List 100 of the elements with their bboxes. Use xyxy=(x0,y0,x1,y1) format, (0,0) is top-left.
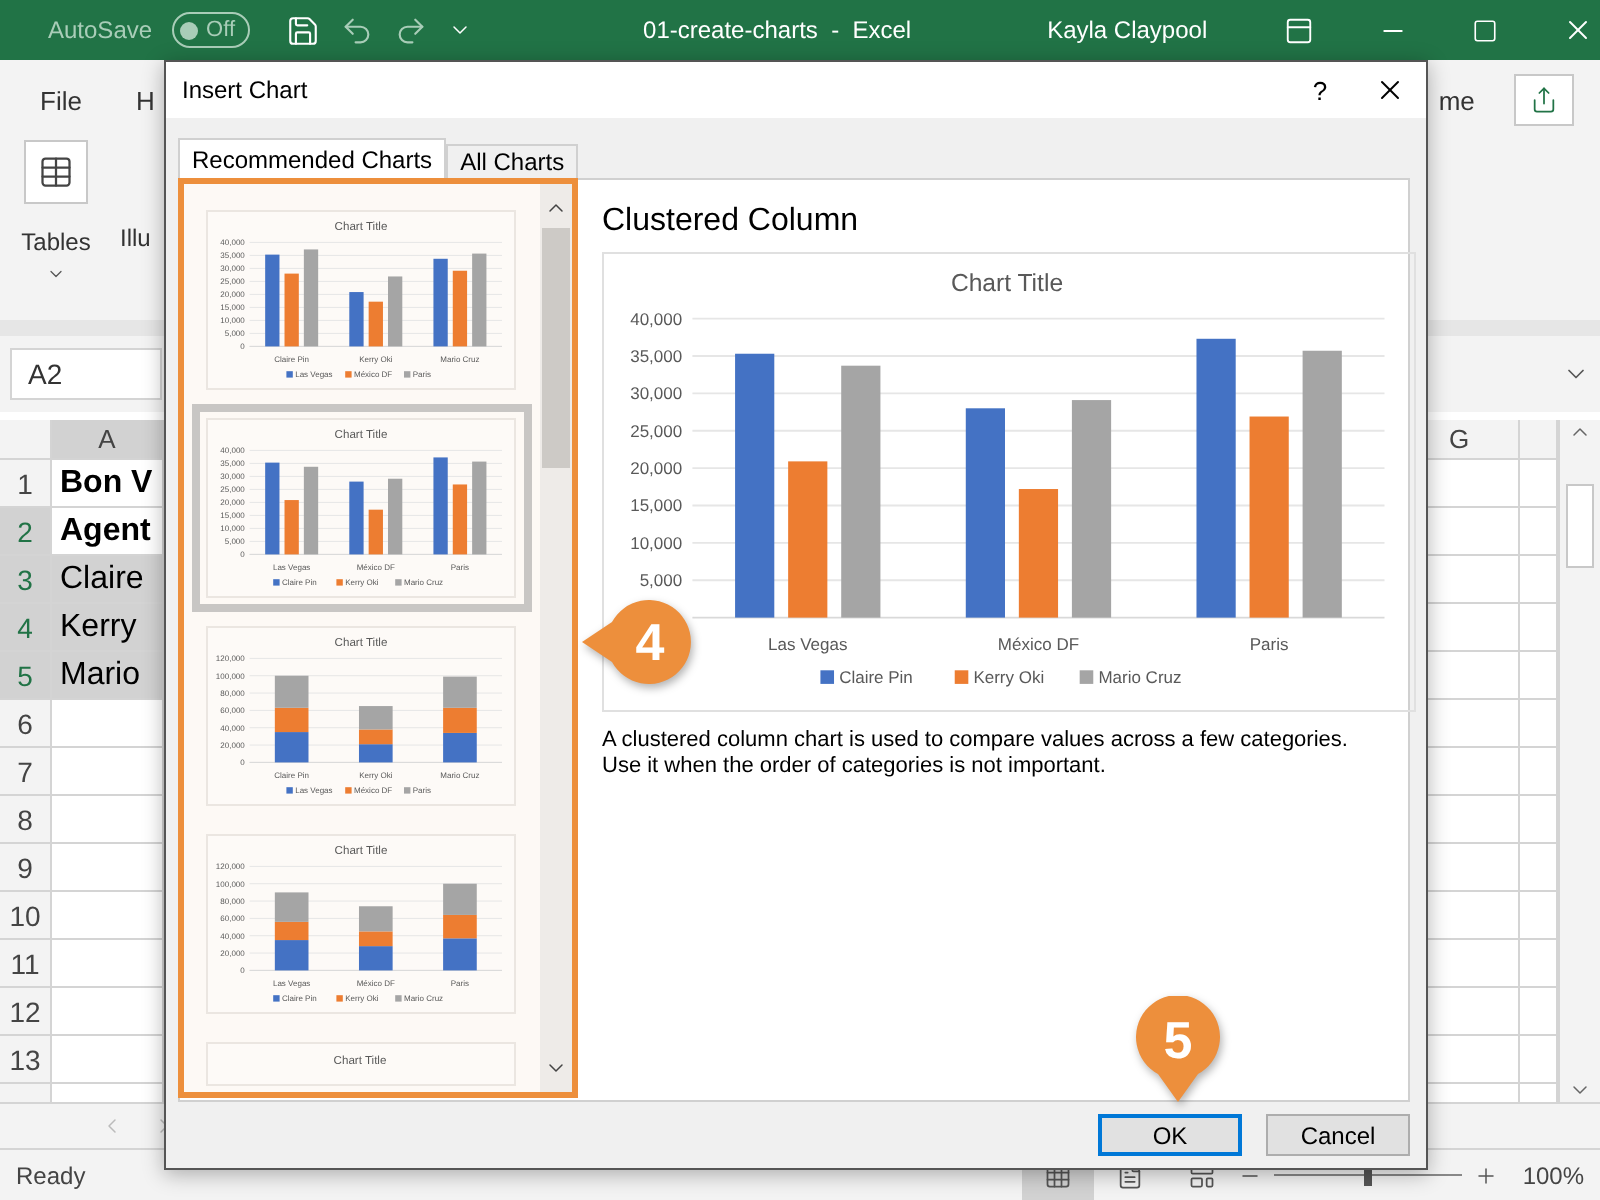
table-cell[interactable]: Bon V xyxy=(52,460,164,508)
bar xyxy=(274,732,309,763)
table-cell[interactable]: Agent xyxy=(52,508,164,556)
table-cell[interactable]: Kerry xyxy=(52,604,164,652)
bar xyxy=(443,883,477,915)
step-marker: 5 xyxy=(1132,996,1224,1104)
bar xyxy=(274,707,309,733)
bar xyxy=(443,676,477,708)
bar xyxy=(368,301,383,347)
save-icon[interactable] xyxy=(285,13,320,47)
ribbon-display-icon[interactable] xyxy=(1283,15,1314,45)
table-cell[interactable] xyxy=(52,988,164,1036)
bar xyxy=(452,270,468,347)
table-cell[interactable] xyxy=(52,1036,164,1084)
ribbon-tab[interactable]: H xyxy=(135,85,155,115)
bar xyxy=(433,258,448,347)
table-cell[interactable] xyxy=(52,748,164,796)
table-cell[interactable] xyxy=(52,940,164,988)
table-cell[interactable] xyxy=(1520,556,1558,604)
table-cell[interactable] xyxy=(1520,604,1558,652)
scrollbar-thumb[interactable] xyxy=(542,228,570,468)
table-cell[interactable] xyxy=(1520,700,1558,748)
row-number[interactable]: 4 xyxy=(0,604,52,652)
table-icon[interactable] xyxy=(24,140,88,204)
bar xyxy=(368,509,383,555)
scrollbar-thumb[interactable] xyxy=(1566,484,1594,568)
row-number[interactable]: 7 xyxy=(0,748,52,796)
ribbon-tab[interactable]: File xyxy=(40,85,82,115)
row-number[interactable]: 2 xyxy=(0,508,52,556)
category-label: México DF xyxy=(997,633,1080,654)
bar xyxy=(265,254,280,347)
table-cell[interactable] xyxy=(1520,940,1558,988)
column-header[interactable]: A xyxy=(52,420,164,460)
status-text: Ready xyxy=(16,1161,86,1189)
table-cell[interactable] xyxy=(1520,988,1558,1036)
tick-label: 5,000 xyxy=(639,570,683,591)
group-label[interactable]: Illu xyxy=(120,224,151,252)
ok-button[interactable]: OK xyxy=(1098,1114,1242,1156)
tick-label: 20,000 xyxy=(630,458,683,479)
table-cell[interactable] xyxy=(52,844,164,892)
row-number[interactable]: 11 xyxy=(0,940,52,988)
bar xyxy=(1018,489,1059,618)
row-number[interactable]: 8 xyxy=(0,796,52,844)
row-number[interactable]: 12 xyxy=(0,988,52,1036)
bar xyxy=(349,481,364,555)
ribbon-tab[interactable]: me xyxy=(1438,85,1475,115)
table-cell[interactable] xyxy=(1520,508,1558,556)
bar xyxy=(433,457,448,555)
row-number[interactable]: 1 xyxy=(0,460,52,508)
table-cell[interactable] xyxy=(52,892,164,940)
table-cell[interactable] xyxy=(1520,1036,1558,1084)
row-number[interactable]: 9 xyxy=(0,844,52,892)
row-number[interactable]: 13 xyxy=(0,1036,52,1084)
table-cell[interactable] xyxy=(1520,460,1558,508)
table-cell[interactable] xyxy=(1520,892,1558,940)
table-cell[interactable]: Mario xyxy=(52,652,164,700)
table-cell[interactable] xyxy=(1520,652,1558,700)
legend-item: Claire Pin xyxy=(820,667,913,688)
bar xyxy=(358,744,393,763)
chart-description: A clustered column chart is used to compare values across a few categories. Use it when the order of categories is not important. xyxy=(602,728,1350,780)
window-title: 01-create-charts - Excel xyxy=(643,16,912,44)
tick-label: 40,000 xyxy=(630,308,683,329)
help-button[interactable]: ? xyxy=(1290,75,1350,105)
select-all-corner[interactable] xyxy=(0,420,52,460)
table-cell[interactable] xyxy=(1520,796,1558,844)
legend-item: Mario Cruz xyxy=(1079,667,1182,688)
redo-icon[interactable] xyxy=(393,13,428,47)
table-cell[interactable] xyxy=(52,796,164,844)
legend-label: Kerry Oki xyxy=(973,667,1045,688)
undo-icon[interactable] xyxy=(339,13,374,47)
user-name: Kayla Claypool xyxy=(1047,16,1208,44)
category-label: Las Vegas xyxy=(768,633,848,654)
group-label[interactable]: Tables xyxy=(21,228,91,256)
zoom-level[interactable]: 100% xyxy=(1522,1161,1585,1189)
bar xyxy=(265,462,280,555)
table-cell[interactable] xyxy=(1520,844,1558,892)
column-header[interactable] xyxy=(1520,420,1558,460)
share-button[interactable] xyxy=(1514,74,1575,126)
share-icon xyxy=(1530,86,1559,114)
row-number[interactable]: 6 xyxy=(0,700,52,748)
row-number[interactable] xyxy=(0,1084,52,1102)
tick-label: 25,000 xyxy=(630,420,683,441)
bar xyxy=(452,484,468,555)
maximize-icon[interactable] xyxy=(1471,17,1498,43)
row-number[interactable]: 10 xyxy=(0,892,52,940)
chart-title: Chart Title xyxy=(950,269,1064,298)
name-box[interactable]: A2 xyxy=(10,348,162,400)
row-number[interactable]: 3 xyxy=(0,556,52,604)
bar xyxy=(303,249,319,347)
dialog-tab[interactable]: Recommended Charts xyxy=(178,138,447,180)
row-number[interactable]: 5 xyxy=(0,652,52,700)
cancel-button[interactable]: Cancel xyxy=(1266,1114,1410,1156)
table-cell[interactable]: Claire xyxy=(52,556,164,604)
table-cell[interactable] xyxy=(52,700,164,748)
bar xyxy=(388,276,403,347)
legend-label: Claire Pin xyxy=(839,667,914,688)
zoom-in-icon[interactable] xyxy=(1474,1163,1499,1187)
dialog-title: Insert Chart xyxy=(182,76,310,104)
dialog-tab[interactable]: All Charts xyxy=(446,144,579,180)
table-cell[interactable] xyxy=(1520,748,1558,796)
